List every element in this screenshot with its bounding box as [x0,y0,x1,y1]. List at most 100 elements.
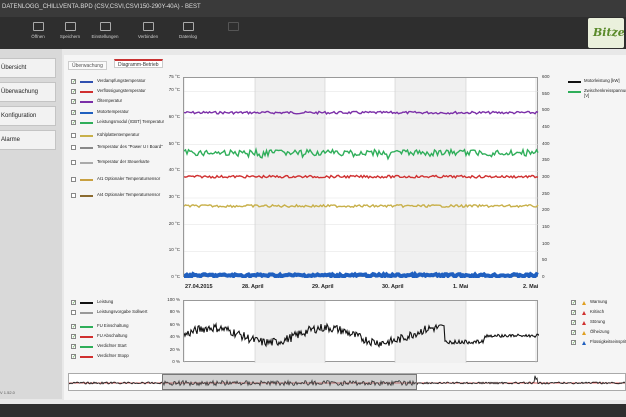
y-tick-label: 500 [542,107,550,113]
window-title: DATENLOGG_CHILLVENTA.BPD (CSV,CSVI,CSVI1… [0,0,626,17]
legend-checkbox[interactable]: ✓ [71,89,76,95]
legend-checkbox[interactable] [71,310,76,315]
legend-checkbox[interactable]: ✓ [571,320,576,326]
power-chart-svg [183,301,540,363]
folder-icon [32,22,44,31]
legend-swatch [80,91,93,93]
x-tick-label: 2. Mai [523,284,539,290]
download-button[interactable] [215,20,251,46]
legend-swatch [80,326,93,328]
y-tick-label: 200 [542,207,550,213]
legend-label: Warnung [590,299,608,304]
status-bar [0,404,626,417]
legend-checkbox[interactable]: ✓ [71,300,76,306]
legend-swatch [80,112,93,114]
y-tick-label: 550 [542,90,550,96]
legend-swatch [80,356,93,358]
temperature-chart[interactable] [182,77,539,281]
y-tick-label: 10 °C [168,247,180,253]
y-tick-label: 0 [542,274,545,279]
datalog-icon [182,22,194,31]
y-tick-label: 0 % [172,359,180,364]
event-icon [582,331,586,335]
sidebar-item-monitoring[interactable]: Überwachung [0,82,56,102]
download-icon [227,22,239,31]
event-icon [582,321,586,325]
legend-checkbox[interactable]: ✓ [71,324,76,330]
legend-checkbox[interactable]: ✓ [71,120,76,126]
toolbar: Öffnen Speichern Einstellungen Verbinden… [0,17,626,49]
legend-label: Temperatur des "Power U I Board" [97,144,163,149]
datalog-button[interactable]: Datenlog [170,20,206,46]
sidebar-item-configuration[interactable]: Konfiguration [0,106,56,126]
legend-checkbox[interactable]: ✓ [571,310,576,316]
legend-swatch [568,91,581,93]
legend-checkbox[interactable]: ✓ [71,344,76,350]
legend-label: Kühlplattentemperatur [97,132,140,137]
legend-checkbox[interactable]: ✓ [71,354,76,360]
legend-label: Verdichter Stopp [97,353,129,358]
y-tick-label: 350 [542,157,550,163]
legend-label: Motortemperatur [97,109,129,114]
version-label: V 1.52.0 [0,390,15,395]
event-icon [582,311,586,315]
series-line [182,270,539,281]
legend-label: AI1 Optionaler Temperatursensor [97,176,161,181]
legend-checkbox[interactable]: ✓ [571,340,576,346]
settings-button[interactable]: Einstellungen [87,20,123,46]
legend-swatch [80,346,93,348]
series-line [183,147,539,161]
sidebar-item-alarms[interactable]: Alarme [0,130,56,150]
legend-swatch [80,101,93,103]
legend-label: FU Einschaltung [97,323,129,328]
legend-swatch [568,81,581,83]
legend-checkbox[interactable] [71,145,76,150]
legend-label: Störung [590,319,606,324]
y-tick-label: 400 [542,140,550,146]
tab-monitoring[interactable]: Überwachung [68,61,107,70]
legend-swatch [80,179,93,181]
legend-swatch [80,162,93,164]
timeline-scrollbar[interactable] [68,373,626,391]
power-chart[interactable] [183,300,540,363]
y-tick-label: 300 [542,174,550,179]
legend-checkbox[interactable]: ✓ [571,330,576,336]
day-shade [395,301,466,363]
legend-checkbox[interactable] [71,133,76,138]
legend-swatch [80,336,93,338]
timeline-handle[interactable] [162,374,417,390]
x-tick-label: 1. Mai [453,284,469,290]
legend-label: Motorleistung [kW] [584,78,620,83]
x-tick-label: 29. April [312,284,334,290]
legend-label: Zwischenkreisspannung [V] [584,88,626,98]
legend-swatch [80,302,93,304]
sidebar-item-overview[interactable]: Übersicht [0,58,56,78]
legend-checkbox[interactable]: ✓ [71,99,76,105]
legend-checkbox[interactable] [71,160,76,165]
legend-label: Kritisch [590,309,605,314]
save-icon [64,22,76,31]
x-tick-label: 30. April [382,284,404,290]
tab-diagram[interactable]: Diagramm-Betrieb [114,59,163,68]
legend-checkbox[interactable]: ✓ [571,300,576,306]
connect-button[interactable]: Verbinden [130,20,166,46]
legend-checkbox[interactable]: ✓ [71,110,76,116]
y-tick-label: 150 [542,224,550,229]
save-button[interactable]: Speichern [52,20,88,46]
legend-swatch [80,122,93,124]
event-icon [582,301,586,305]
x-tick-label: 28. April [242,284,264,290]
y-tick-label: 0 °C [171,274,180,279]
y-tick-label: 100 [542,240,550,246]
y-tick-label: 40 °C [168,167,180,173]
legend-checkbox[interactable] [71,177,76,182]
legend-checkbox[interactable]: ✓ [71,79,76,85]
temperature-chart-svg [182,78,539,281]
legend-label: Leistung [97,299,114,304]
open-button[interactable]: Öffnen [20,20,56,46]
y-tick-label: 250 [542,190,550,196]
connect-icon [142,22,154,31]
sidebar: Übersicht Überwachung Konfiguration Alar… [0,49,62,399]
legend-checkbox[interactable]: ✓ [71,334,76,340]
legend-checkbox[interactable] [71,193,76,198]
